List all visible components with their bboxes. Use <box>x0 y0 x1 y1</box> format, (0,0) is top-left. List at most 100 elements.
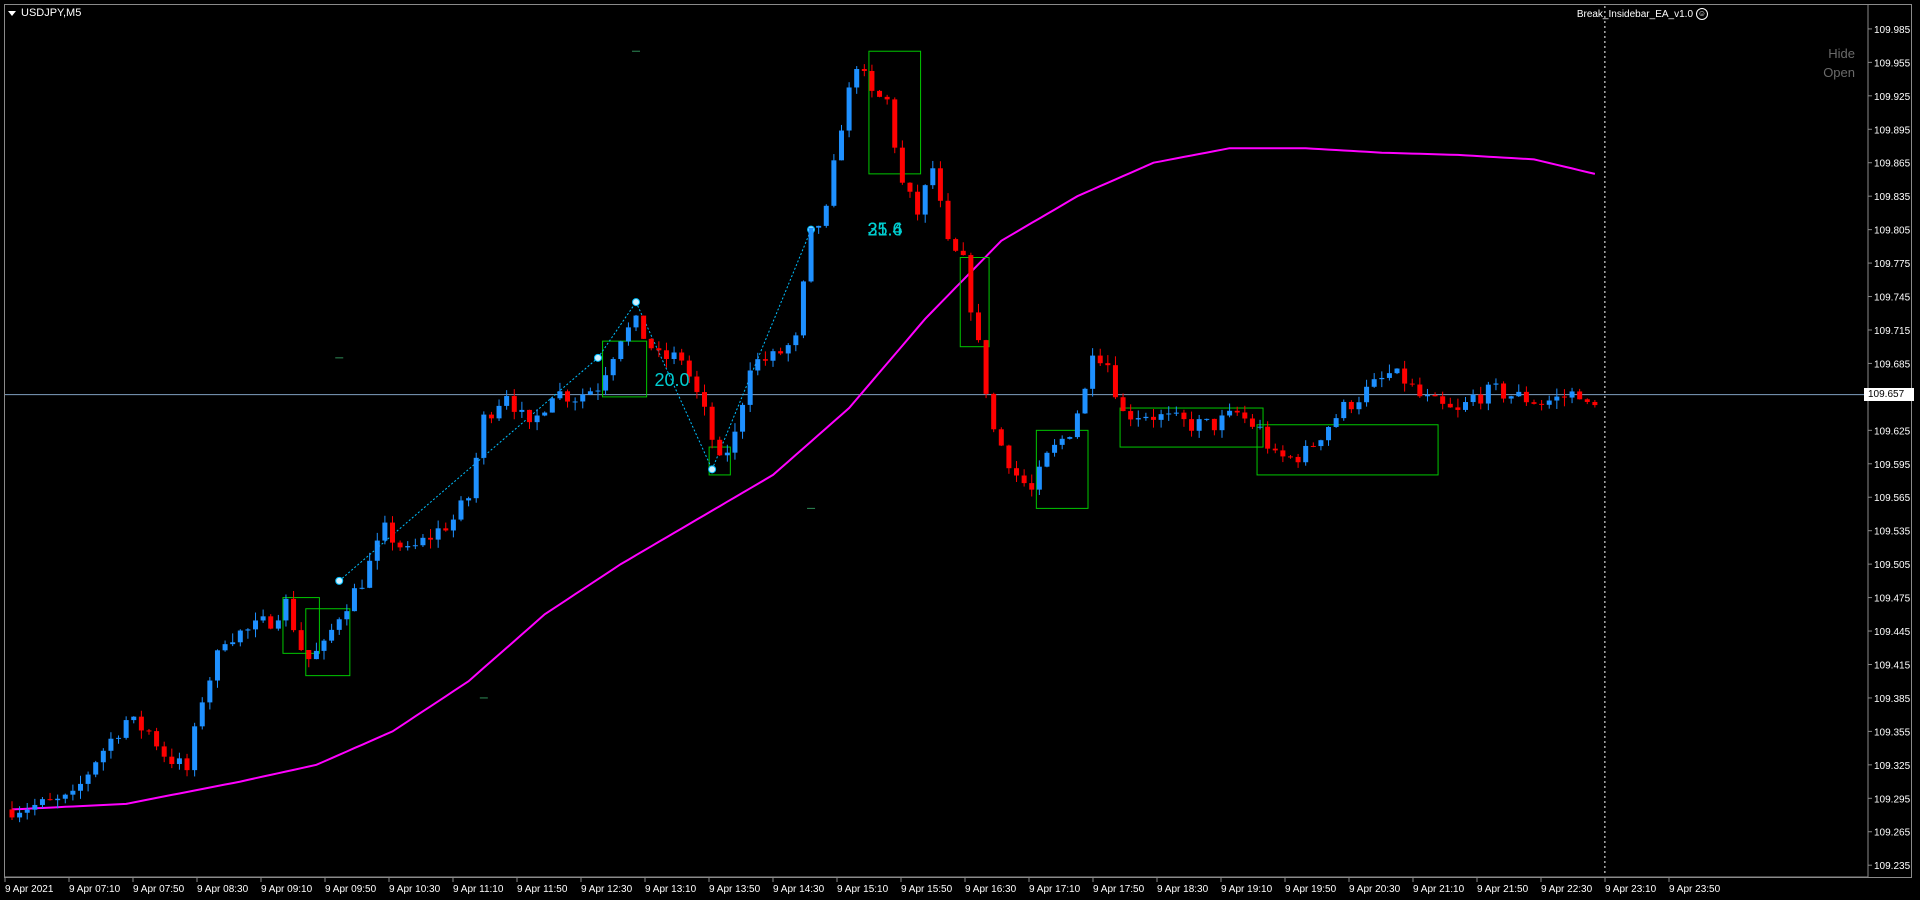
time-tick-label: 9 Apr 12:30 <box>581 884 633 895</box>
bull-candle <box>1135 418 1141 420</box>
bull-candle <box>831 160 837 206</box>
time-tick-label: 9 Apr 07:50 <box>133 884 185 895</box>
bull-candle <box>405 546 411 548</box>
bear-candle <box>169 756 175 765</box>
bear-candle <box>443 528 449 531</box>
time-tick-label: 9 Apr 17:50 <box>1093 884 1145 895</box>
bull-candle <box>732 431 738 453</box>
insidebar-box <box>1256 424 1439 476</box>
bull-candle <box>382 522 388 541</box>
bull-candle <box>1318 440 1324 447</box>
bear-candle <box>154 731 160 747</box>
bull-candle <box>854 69 860 88</box>
bull-candle <box>329 629 335 641</box>
bull-candle <box>1379 377 1385 380</box>
bull-candle <box>214 650 220 681</box>
bear-candle <box>1501 383 1507 399</box>
hide-button[interactable]: Hide <box>1828 46 1855 61</box>
bear-candle <box>1151 416 1156 420</box>
bear-candle <box>915 191 921 215</box>
chart-window[interactable]: 20.0 25.6 31.4 109.985 109.955 109.925 109.89… <box>0 0 1920 900</box>
bear-candle <box>298 630 304 651</box>
time-tick-label: 9 Apr 23:50 <box>1669 884 1721 895</box>
bear-candle <box>1242 412 1248 419</box>
bull-candle <box>504 396 510 406</box>
symbol-title[interactable]: USDJPY,M5 <box>8 7 81 19</box>
bear-candle <box>1211 418 1217 431</box>
bull-candle <box>534 415 540 423</box>
bull-candle <box>1067 437 1073 439</box>
zigzag-point <box>335 576 344 585</box>
bear-candle <box>146 730 152 732</box>
ea-name: Break_Insidebar_EA_v1.0 <box>1576 8 1693 20</box>
bear-candle <box>1295 456 1301 463</box>
bull-candle <box>275 620 281 629</box>
bull-candle <box>435 528 441 540</box>
bear-candle <box>1029 483 1035 490</box>
bull-candle <box>1074 413 1080 438</box>
bear-candle <box>983 340 989 394</box>
bull-candle <box>24 809 30 813</box>
price-tick-label: 109.955 <box>1874 58 1911 69</box>
bull-candle <box>740 404 746 432</box>
bull-candle <box>253 620 259 630</box>
bear-candle <box>1432 395 1438 397</box>
bull-candle <box>823 205 829 226</box>
bull-candle <box>1052 444 1058 453</box>
bull-candle <box>420 537 426 546</box>
bull-candle <box>1371 379 1377 387</box>
current-price-label: 109.657 <box>1864 388 1914 401</box>
price-tick-label: 109.625 <box>1874 426 1911 437</box>
time-tick-label: 9 Apr 13:10 <box>645 884 697 895</box>
bull-candle <box>207 680 213 703</box>
expert-advisor-label[interactable]: Break_Insidebar_EA_v1.0 ☺ <box>1577 8 1708 20</box>
bear-candle <box>861 69 867 71</box>
bear-candle <box>526 409 532 423</box>
bear-candle <box>1409 383 1415 385</box>
bull-candle <box>1485 384 1491 404</box>
bull-candle <box>1204 418 1210 420</box>
bear-candle <box>1112 365 1118 398</box>
price-tick-label: 109.775 <box>1874 259 1911 270</box>
bear-candle <box>679 352 685 361</box>
bull-candle <box>237 630 243 643</box>
bull-candle <box>587 391 593 395</box>
price-tick-label: 109.985 <box>1874 25 1911 36</box>
bear-candle <box>1310 445 1316 447</box>
bull-candle <box>359 587 365 589</box>
bull-candle <box>55 798 61 801</box>
bull-candle <box>846 87 852 131</box>
move-size-label: 20.0 <box>654 370 689 390</box>
bull-candle <box>1463 402 1469 410</box>
bull-candle <box>519 409 525 412</box>
bear-candle <box>656 348 662 351</box>
price-tick-label: 109.565 <box>1874 493 1911 504</box>
open-button[interactable]: Open <box>1823 65 1855 80</box>
bear-candle <box>717 439 723 456</box>
bear-candle <box>1402 368 1408 384</box>
bear-candle <box>161 746 167 757</box>
bull-candle <box>1196 419 1202 431</box>
bull-candle <box>557 391 563 399</box>
price-tick-label: 109.355 <box>1874 727 1911 738</box>
bull-candle <box>549 398 555 413</box>
bear-candle <box>869 70 875 91</box>
bull-candle <box>1158 414 1164 420</box>
bull-candle <box>724 452 730 456</box>
bear-candle <box>1189 419 1195 431</box>
bull-candle <box>458 500 464 520</box>
price-tick-label: 109.865 <box>1874 159 1911 170</box>
plot-area[interactable]: 20.025.631.4 109.985 109.955 109.925 109.89… <box>0 0 1920 900</box>
bull-candle <box>603 375 609 391</box>
bull-candle <box>747 370 753 405</box>
dropdown-triangle-icon[interactable] <box>8 10 16 16</box>
bull-candle <box>351 588 357 612</box>
time-tick-label: 9 Apr 15:10 <box>837 884 889 895</box>
bull-candle <box>176 758 182 765</box>
bear-candle <box>1105 363 1111 366</box>
bull-candle <box>85 774 91 784</box>
bear-candle <box>306 650 312 660</box>
price-tick-label: 109.835 <box>1874 192 1911 203</box>
time-tick-label: 9 Apr 16:30 <box>965 884 1017 895</box>
bull-candle <box>450 519 456 531</box>
